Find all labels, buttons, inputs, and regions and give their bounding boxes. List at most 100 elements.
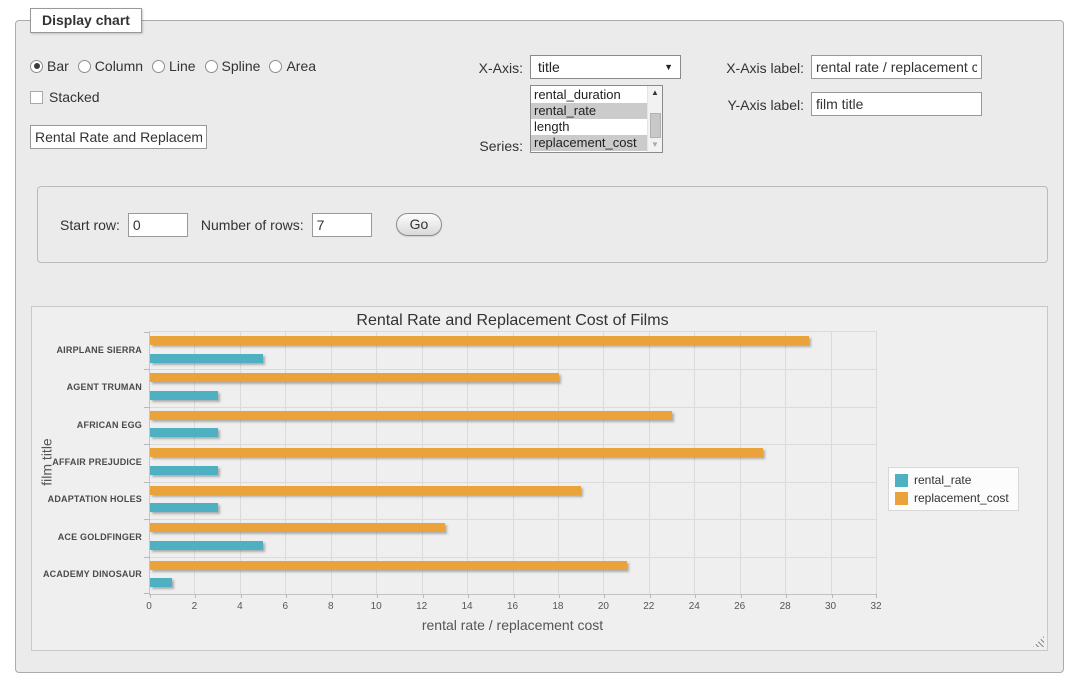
bar-replacement_cost <box>150 523 445 532</box>
x-axis-tick <box>468 594 469 598</box>
x-axis-select-value: title <box>538 59 560 75</box>
legend-label: replacement_cost <box>914 491 1009 505</box>
bar-replacement_cost <box>150 448 763 457</box>
category-separator <box>150 444 877 445</box>
series-option-rental_rate[interactable]: rental_rate <box>531 103 647 119</box>
x-tick-label: 4 <box>237 601 243 612</box>
y-axis-tick <box>144 407 150 408</box>
x-axis-tick <box>286 594 287 598</box>
category-label: ADAPTATION HOLES <box>32 494 142 504</box>
radio-column[interactable] <box>78 60 91 73</box>
series-option-rental_duration[interactable]: rental_duration <box>531 87 647 103</box>
chart-type-option-line[interactable]: Line <box>152 58 195 74</box>
row-range-panel: Start row: Number of rows: Go <box>37 186 1048 263</box>
plot-area <box>149 331 877 595</box>
chart-type-option-bar[interactable]: Bar <box>30 58 69 74</box>
category-label: ACADEMY DINOSAUR <box>32 569 142 579</box>
bar-rental_rate <box>150 503 218 512</box>
x-axis-select[interactable]: title ▼ <box>530 55 681 79</box>
resize-handle-icon[interactable] <box>1033 636 1044 647</box>
chart-type-option-area[interactable]: Area <box>269 58 316 74</box>
chart-title: Rental Rate and Replacement Cost of Film… <box>149 312 876 330</box>
category-label: AFFAIR PREJUDICE <box>32 457 142 467</box>
x-tick-label: 12 <box>416 601 427 612</box>
gridline <box>285 332 286 594</box>
bar-rental_rate <box>150 541 263 550</box>
x-axis-label-label: X-Axis label: <box>698 60 804 76</box>
start-row-input[interactable] <box>128 213 188 237</box>
radio-line[interactable] <box>152 60 165 73</box>
y-axis-label-input[interactable] <box>811 92 982 116</box>
x-tick-label: 26 <box>734 601 745 612</box>
chart-type-label: Area <box>286 58 316 74</box>
x-axis-label-input[interactable] <box>811 55 982 79</box>
gridline <box>331 332 332 594</box>
bar-replacement_cost <box>150 336 809 345</box>
gridline <box>513 332 514 594</box>
x-axis-title: rental rate / replacement cost <box>149 617 876 633</box>
gridline <box>558 332 559 594</box>
bar-replacement_cost <box>150 561 627 570</box>
chart-type-option-spline[interactable]: Spline <box>205 58 261 74</box>
x-tick-label: 22 <box>643 601 654 612</box>
series-option-length[interactable]: length <box>531 119 647 135</box>
legend-item-rental_rate[interactable]: rental_rate <box>895 473 1009 487</box>
chart-type-label: Column <box>95 58 143 74</box>
x-tick-label: 16 <box>507 601 518 612</box>
gridline <box>785 332 786 594</box>
radio-area[interactable] <box>269 60 282 73</box>
go-button[interactable]: Go <box>396 213 443 236</box>
fieldset-legend: Display chart <box>30 8 142 33</box>
gridline <box>422 332 423 594</box>
number-of-rows-input[interactable] <box>312 213 372 237</box>
y-axis-tick <box>144 444 150 445</box>
category-label: AFRICAN EGG <box>32 420 142 430</box>
x-axis-tick <box>741 594 742 598</box>
radio-bar[interactable] <box>30 60 43 73</box>
chart-type-option-column[interactable]: Column <box>78 58 143 74</box>
legend-item-replacement_cost[interactable]: replacement_cost <box>895 491 1009 505</box>
listbox-scrollbar[interactable]: ▲ ▼ <box>647 86 662 152</box>
radio-spline[interactable] <box>205 60 218 73</box>
y-axis-tick <box>144 332 150 333</box>
bar-rental_rate <box>150 466 218 475</box>
scroll-up-icon[interactable]: ▲ <box>648 87 662 99</box>
gridline <box>376 332 377 594</box>
x-axis-tick <box>423 594 424 598</box>
legend-label: rental_rate <box>914 473 971 487</box>
stacked-checkbox[interactable] <box>30 91 43 104</box>
x-axis-tick <box>832 594 833 598</box>
x-axis-tick <box>377 594 378 598</box>
gridline <box>694 332 695 594</box>
category-label: ACE GOLDFINGER <box>32 532 142 542</box>
x-tick-label: 6 <box>283 601 289 612</box>
start-row-label: Start row: <box>60 217 120 233</box>
series-option-replacement_cost[interactable]: replacement_cost <box>531 135 647 151</box>
bar-replacement_cost <box>150 373 559 382</box>
gridline <box>831 332 832 594</box>
number-of-rows-label: Number of rows: <box>201 217 304 233</box>
scroll-down-icon[interactable]: ▼ <box>648 139 662 151</box>
x-axis-select-label: X-Axis: <box>430 60 523 76</box>
chart-type-label: Spline <box>222 58 261 74</box>
x-tick-label: 2 <box>192 601 198 612</box>
x-axis-tick <box>876 594 877 598</box>
series-multiselect[interactable]: rental_durationrental_ratelengthreplacem… <box>530 85 663 153</box>
x-axis-tick <box>604 594 605 598</box>
gridline <box>649 332 650 594</box>
stacked-checkbox-row[interactable]: Stacked <box>30 89 100 105</box>
x-tick-label: 32 <box>870 601 881 612</box>
x-tick-label: 24 <box>689 601 700 612</box>
chart-title-input[interactable] <box>30 125 207 149</box>
x-tick-label: 8 <box>328 601 334 612</box>
x-axis-tick <box>786 594 787 598</box>
value-axis-tick-labels: 02468101214161820222426283032 <box>149 601 876 613</box>
chart-legend: rental_rate replacement_cost <box>888 467 1019 511</box>
x-axis-tick <box>514 594 515 598</box>
x-tick-label: 18 <box>552 601 563 612</box>
scrollbar-thumb[interactable] <box>650 113 661 138</box>
y-axis-tick <box>144 557 150 558</box>
x-axis-tick <box>332 594 333 598</box>
series-options: rental_durationrental_ratelengthreplacem… <box>531 86 647 152</box>
page: Display chart Bar Column Line Spline Area St… <box>0 0 1081 681</box>
